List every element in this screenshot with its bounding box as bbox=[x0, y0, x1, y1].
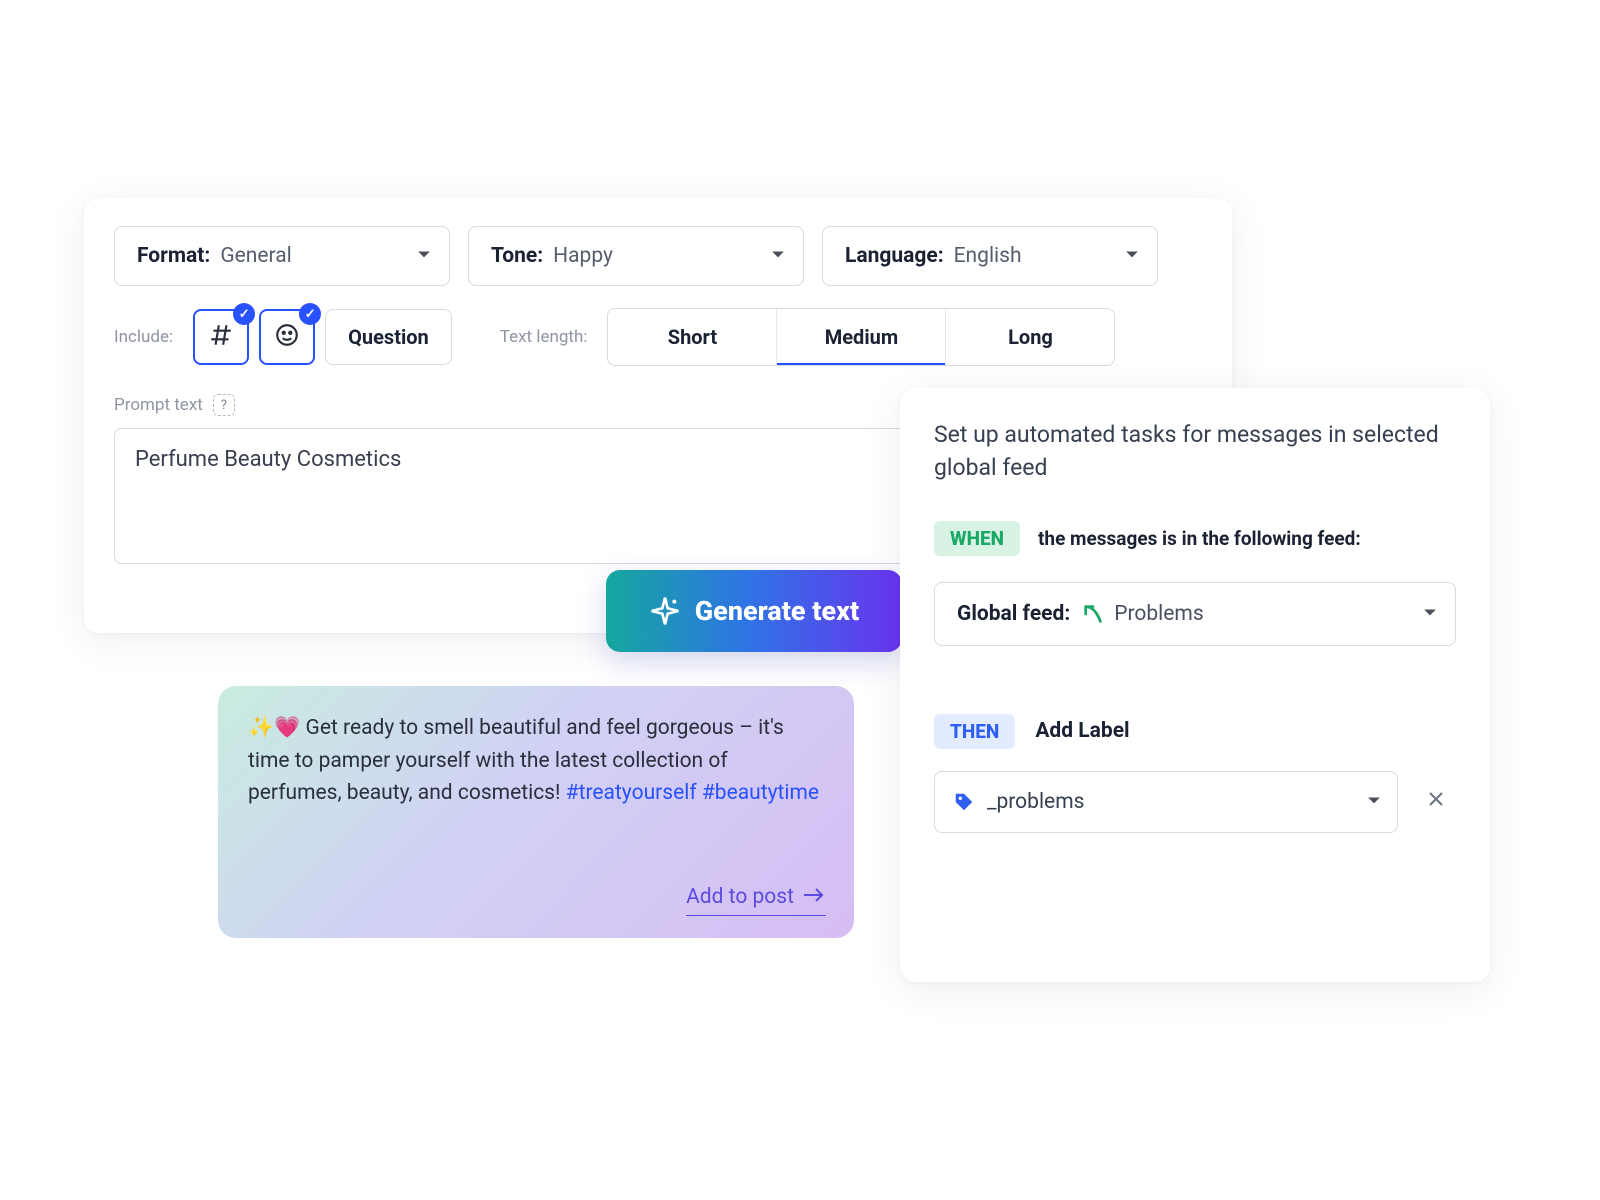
length-long-button[interactable]: Long bbox=[946, 309, 1114, 365]
global-feed-value: Problems bbox=[1114, 602, 1203, 626]
caret-down-icon bbox=[1423, 602, 1437, 626]
include-question-toggle[interactable]: Question bbox=[325, 309, 452, 365]
global-feed-label: Global feed: bbox=[957, 602, 1070, 626]
generated-result-card: ✨💗 Get ready to smell beautiful and feel… bbox=[218, 686, 854, 938]
include-chip-group: ✓ ✓ Question bbox=[193, 309, 452, 365]
include-emoji-toggle[interactable]: ✓ bbox=[259, 309, 315, 365]
tone-value: Happy bbox=[553, 244, 613, 268]
check-icon: ✓ bbox=[299, 303, 321, 325]
then-row: THEN Add Label bbox=[934, 714, 1456, 749]
language-label: Language: bbox=[845, 244, 944, 268]
label-select[interactable]: _problems bbox=[934, 771, 1398, 833]
add-to-post-link[interactable]: Add to post bbox=[686, 881, 826, 916]
generator-top-row: Format: General Tone: Happy Language: En… bbox=[114, 226, 1202, 286]
tone-select[interactable]: Tone: Happy bbox=[468, 226, 804, 286]
emoji-icon bbox=[274, 322, 300, 353]
length-short-button[interactable]: Short bbox=[608, 309, 776, 365]
text-length-label: Text length: bbox=[500, 327, 588, 347]
hashtag: #treatyourself bbox=[566, 781, 697, 805]
automation-card: Set up automated tasks for messages in s… bbox=[900, 388, 1490, 982]
language-value: English bbox=[954, 244, 1022, 268]
generate-text-button[interactable]: Generate text bbox=[606, 570, 902, 652]
hashtag: #beautytime bbox=[702, 781, 819, 805]
include-label: Include: bbox=[114, 327, 173, 347]
automation-heading: Set up automated tasks for messages in s… bbox=[934, 418, 1456, 485]
format-value: General bbox=[220, 244, 291, 268]
label-value: _problems bbox=[987, 790, 1084, 814]
when-tag: WHEN bbox=[934, 521, 1020, 556]
prompt-label: Prompt text bbox=[114, 395, 203, 415]
caret-down-icon bbox=[1367, 790, 1381, 814]
when-text: the messages is in the following feed: bbox=[1038, 527, 1361, 550]
hashtag-icon bbox=[208, 322, 234, 353]
question-label: Question bbox=[348, 325, 429, 349]
feed-icon bbox=[1082, 603, 1104, 625]
add-to-post-label: Add to post bbox=[686, 881, 794, 914]
result-emoji: ✨💗 bbox=[248, 716, 306, 740]
language-select[interactable]: Language: English bbox=[822, 226, 1158, 286]
global-feed-select[interactable]: Global feed: Problems bbox=[934, 582, 1456, 646]
tag-icon bbox=[953, 791, 975, 813]
text-length-group: Short Medium Long bbox=[607, 308, 1115, 366]
then-text: Add Label bbox=[1035, 719, 1129, 743]
sparkle-icon bbox=[649, 595, 681, 627]
caret-down-icon bbox=[1125, 244, 1139, 268]
help-icon[interactable]: ? bbox=[213, 394, 235, 416]
include-hashtag-toggle[interactable]: ✓ bbox=[193, 309, 249, 365]
then-tag: THEN bbox=[934, 714, 1015, 749]
prompt-value: Perfume Beauty Cosmetics bbox=[135, 447, 401, 472]
when-row: WHEN the messages is in the following fe… bbox=[934, 521, 1456, 556]
close-icon bbox=[1427, 789, 1445, 814]
format-select[interactable]: Format: General bbox=[114, 226, 450, 286]
length-medium-button[interactable]: Medium bbox=[777, 309, 945, 365]
arrow-right-icon bbox=[804, 881, 826, 914]
generate-label: Generate text bbox=[695, 595, 859, 627]
tone-label: Tone: bbox=[491, 244, 543, 268]
caret-down-icon bbox=[771, 244, 785, 268]
format-label: Format: bbox=[137, 244, 210, 268]
label-row: _problems bbox=[934, 771, 1456, 833]
remove-label-button[interactable] bbox=[1416, 782, 1456, 822]
check-icon: ✓ bbox=[233, 303, 255, 325]
generator-second-row: Include: ✓ ✓ Question Text length: Short bbox=[114, 308, 1202, 366]
caret-down-icon bbox=[417, 244, 431, 268]
